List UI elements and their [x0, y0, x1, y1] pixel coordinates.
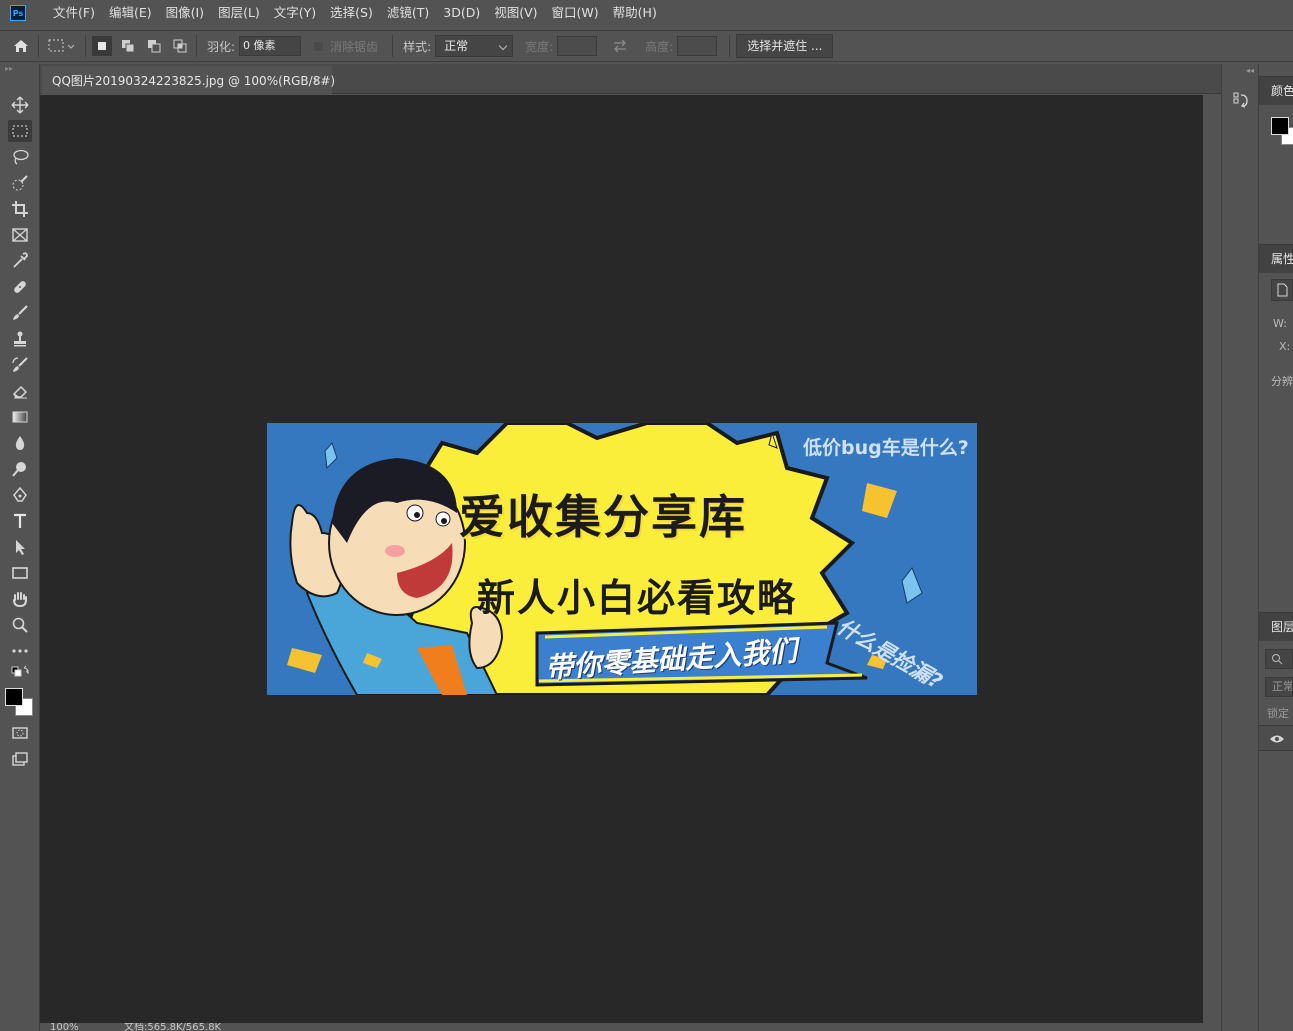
history-brush-tool-icon[interactable] [8, 354, 32, 376]
layers-panel: 图层 正常 锁定 [1259, 612, 1293, 1031]
pen-tool-icon[interactable] [8, 484, 32, 506]
panel-dock-strip: ◂◂ [1221, 64, 1259, 1031]
path-selection-tool-icon[interactable] [8, 536, 32, 558]
antialias-checkbox[interactable] [313, 40, 325, 52]
menu-3d[interactable]: 3D(D) [436, 0, 487, 26]
zoom-level[interactable]: 100% [50, 1023, 79, 1031]
banner-title: 爱收集分享库 [459, 490, 747, 544]
width-label: 宽度: [525, 39, 554, 54]
menu-filter[interactable]: 滤镜(T) [380, 0, 436, 26]
menu-edit[interactable]: 编辑(E) [102, 0, 159, 26]
screen-mode-icon[interactable] [8, 748, 32, 770]
width-field-label: W: [1273, 317, 1287, 330]
quick-selection-tool-icon[interactable] [8, 172, 32, 194]
menu-file[interactable]: 文件(F) [46, 0, 102, 26]
healing-brush-tool-icon[interactable] [8, 276, 32, 298]
marquee-preset-picker[interactable] [45, 35, 79, 57]
width-input[interactable] [557, 36, 598, 56]
layer-row[interactable] [1259, 725, 1293, 751]
history-panel-icon[interactable] [1232, 90, 1250, 110]
blur-tool-icon[interactable] [8, 432, 32, 454]
document-image[interactable]: 爱收集分享库 新人小白必看攻略 带你零基础走入我们 低价bug车是什么? 什么是… [267, 423, 977, 695]
tab-properties[interactable]: 属性 [1259, 245, 1293, 273]
properties-panel: 属性 W: X: 分辨 [1259, 244, 1293, 608]
status-bar: 100% 文档:565.8K/565.8K [40, 1023, 1203, 1031]
menu-view[interactable]: 视图(V) [487, 0, 544, 26]
menu-select[interactable]: 选择(S) [323, 0, 380, 26]
feather-input[interactable]: 0 像素 [239, 36, 302, 56]
banner-subtitle: 新人小白必看攻略 [477, 576, 798, 620]
panel-grip-icon[interactable]: ▸▸ [0, 64, 39, 78]
document-tab[interactable]: QQ图片20190324223825.jpg @ 100%(RGB/8#) × [42, 66, 336, 94]
more-tools-icon[interactable] [8, 640, 32, 662]
vertical-scrollbar[interactable] [1203, 95, 1221, 1023]
new-selection-icon[interactable] [92, 36, 112, 56]
brush-tool-icon[interactable] [8, 302, 32, 324]
eyedropper-tool-icon[interactable] [8, 250, 32, 272]
x-field-label: X: [1279, 340, 1291, 353]
foreground-color-swatch[interactable] [5, 688, 23, 706]
menu-help[interactable]: 帮助(H) [606, 0, 664, 26]
color-panel: 颜色 [1259, 76, 1293, 240]
rectangular-marquee-tool-icon[interactable] [8, 120, 32, 142]
canvas-area[interactable]: 爱收集分享库 新人小白必看攻略 带你零基础走入我们 低价bug车是什么? 什么是… [40, 95, 1203, 1023]
eye-icon[interactable] [1269, 733, 1285, 745]
default-colors-icon[interactable] [8, 664, 32, 680]
menu-window[interactable]: 窗口(W) [545, 0, 606, 26]
photoshop-logo-icon[interactable]: Ps [10, 5, 26, 21]
right-panels: 颜色 属性 W: X: 分辨 图层 正常 锁定 [1259, 64, 1293, 1031]
tab-color[interactable]: 颜色 [1259, 77, 1293, 105]
menu-bar: Ps 文件(F) 编辑(E) 图像(I) 图层(L) 文字(Y) 选择(S) 滤… [0, 0, 1293, 26]
collapse-panels-icon[interactable]: ◂◂ [1246, 66, 1254, 75]
clone-stamp-tool-icon[interactable] [8, 328, 32, 350]
swap-width-height-icon[interactable] [609, 35, 631, 57]
type-tool-icon[interactable] [8, 510, 32, 532]
height-input[interactable] [677, 36, 718, 56]
subtract-from-selection-icon[interactable] [144, 36, 164, 56]
antialias-label: 消除锯齿 [330, 39, 379, 54]
lock-label: 锁定 [1267, 707, 1289, 720]
eraser-tool-icon[interactable] [8, 380, 32, 402]
frame-tool-icon[interactable] [8, 224, 32, 246]
options-bar: 羽化: 0 像素 消除锯齿 样式: 正常 宽度: 高度: 选择并遮住 ... [0, 30, 1293, 62]
gradient-tool-icon[interactable] [8, 406, 32, 428]
document-info[interactable]: 文档:565.8K/565.8K [124, 1023, 221, 1031]
add-to-selection-icon[interactable] [118, 36, 138, 56]
home-icon[interactable] [10, 35, 32, 57]
crop-tool-icon[interactable] [8, 198, 32, 220]
intersect-selection-icon[interactable] [170, 36, 190, 56]
document-tab-title: QQ图片20190324223825.jpg @ 100%(RGB/8#) [52, 73, 336, 88]
layer-filter-search[interactable] [1265, 649, 1293, 669]
tab-layers[interactable]: 图层 [1259, 613, 1293, 641]
layer-blend-mode-select[interactable]: 正常 [1265, 677, 1293, 697]
height-label: 高度: [645, 39, 674, 54]
select-and-mask-button[interactable]: 选择并遮住 ... [736, 34, 834, 58]
zoom-tool-icon[interactable] [8, 614, 32, 636]
quick-mask-icon[interactable] [8, 722, 32, 744]
style-select[interactable]: 正常 [435, 35, 514, 57]
dodge-tool-icon[interactable] [8, 458, 32, 480]
menu-image[interactable]: 图像(I) [159, 0, 211, 26]
feather-label: 羽化: [207, 39, 236, 54]
hand-tool-icon[interactable] [8, 588, 32, 610]
color-panel-foreground-swatch[interactable] [1271, 117, 1289, 135]
lasso-tool-icon[interactable] [8, 146, 32, 168]
close-icon[interactable]: × [312, 73, 322, 87]
resolution-label: 分辨 [1271, 375, 1293, 388]
tools-panel: ▸▸ [0, 64, 40, 1031]
move-tool-icon[interactable] [8, 94, 32, 116]
document-properties-icon[interactable] [1271, 279, 1293, 301]
rectangle-tool-icon[interactable] [8, 562, 32, 584]
banner-top-right-text: 低价bug车是什么? [803, 437, 969, 459]
document-tab-bar: QQ图片20190324223825.jpg @ 100%(RGB/8#) × [40, 64, 1221, 94]
menu-type[interactable]: 文字(Y) [267, 0, 323, 26]
menu-layer[interactable]: 图层(L) [211, 0, 267, 26]
style-label: 样式: [403, 39, 432, 54]
